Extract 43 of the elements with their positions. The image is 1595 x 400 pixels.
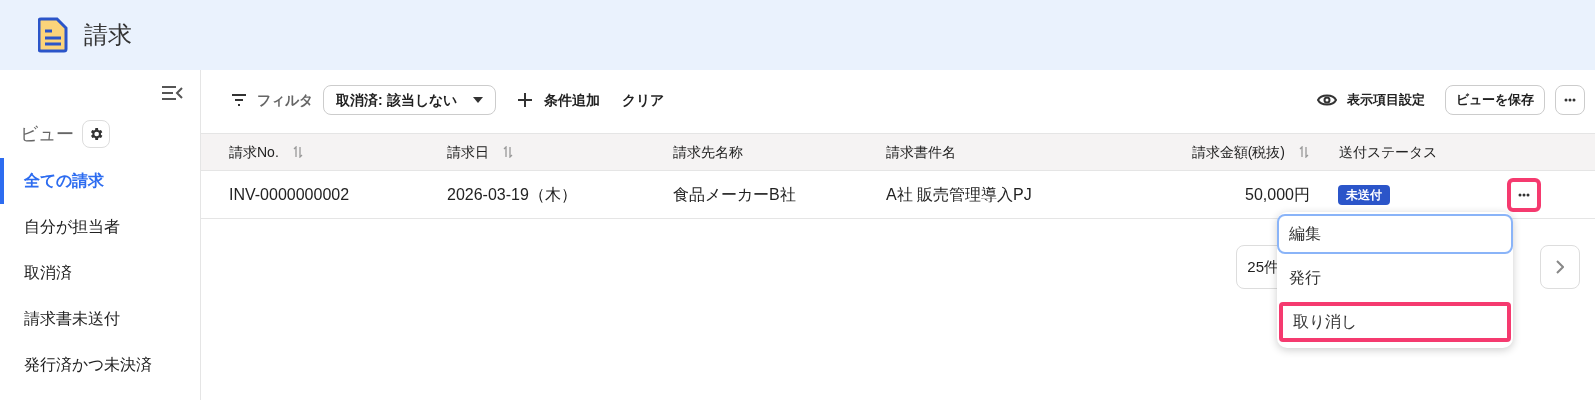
add-condition-button[interactable]: 条件追加	[517, 89, 600, 111]
menu-item[interactable]: 編集	[1277, 214, 1513, 254]
sidebar-item[interactable]: 請求書未送付	[0, 296, 200, 342]
column-header[interactable]: 送付ステータス	[1339, 141, 1437, 163]
column-header[interactable]: 請求書件名	[886, 141, 956, 163]
column-header[interactable]: 請求先名称	[673, 141, 743, 163]
table-cell-text: 2026-03-19（木）	[447, 184, 577, 205]
filter-icon	[231, 94, 247, 106]
document-icon	[38, 17, 68, 53]
table-cell-text: 50,000円	[1245, 184, 1310, 205]
menu-item[interactable]: 取り消し	[1279, 302, 1511, 342]
table-cell-text: INV-0000000002	[229, 184, 350, 205]
settings-icon	[88, 126, 104, 142]
eye-icon	[1317, 93, 1337, 107]
table-cell-text: 食品メーカーB社	[673, 184, 796, 205]
clear-button[interactable]: クリア	[621, 89, 664, 111]
sort-icon[interactable]	[503, 146, 513, 158]
views-label: ビュー	[20, 122, 74, 146]
next-page-button[interactable]	[1540, 245, 1580, 289]
save-view-button[interactable]: ビューを保存	[1445, 85, 1545, 115]
status-badge: 未送付	[1338, 184, 1390, 205]
plus-icon	[517, 93, 532, 107]
row-menu-button[interactable]	[1507, 177, 1541, 212]
page-title: 請求	[84, 20, 132, 50]
more-icon	[1564, 98, 1576, 102]
column-settings-button[interactable]: 表示項目設定	[1317, 90, 1425, 110]
filter-label: フィルタ	[257, 90, 313, 110]
dropdown-caret-icon	[472, 97, 483, 103]
sort-icon[interactable]	[1299, 146, 1309, 158]
more-options-button[interactable]	[1555, 85, 1585, 115]
sidebar-item[interactable]: 取消済	[0, 250, 200, 296]
more-icon	[1518, 192, 1530, 197]
filter-chip[interactable]: 取消済: 該当しない	[323, 85, 496, 115]
column-header[interactable]: 請求金額(税抜)	[1191, 141, 1309, 163]
column-header[interactable]: 請求日	[447, 141, 513, 163]
column-header[interactable]: 請求No.	[229, 141, 303, 163]
chevron-right-icon	[1556, 260, 1564, 274]
sort-icon[interactable]	[292, 146, 303, 158]
sidebar-item[interactable]: 発行済かつ未決済	[0, 342, 200, 388]
sidebar-item[interactable]: 自分が担当者	[0, 204, 200, 250]
view-settings-button[interactable]	[82, 120, 110, 148]
table-cell-text: A社 販売管理導入PJ	[886, 184, 1032, 205]
collapse-sidebar-icon[interactable]	[160, 84, 184, 102]
